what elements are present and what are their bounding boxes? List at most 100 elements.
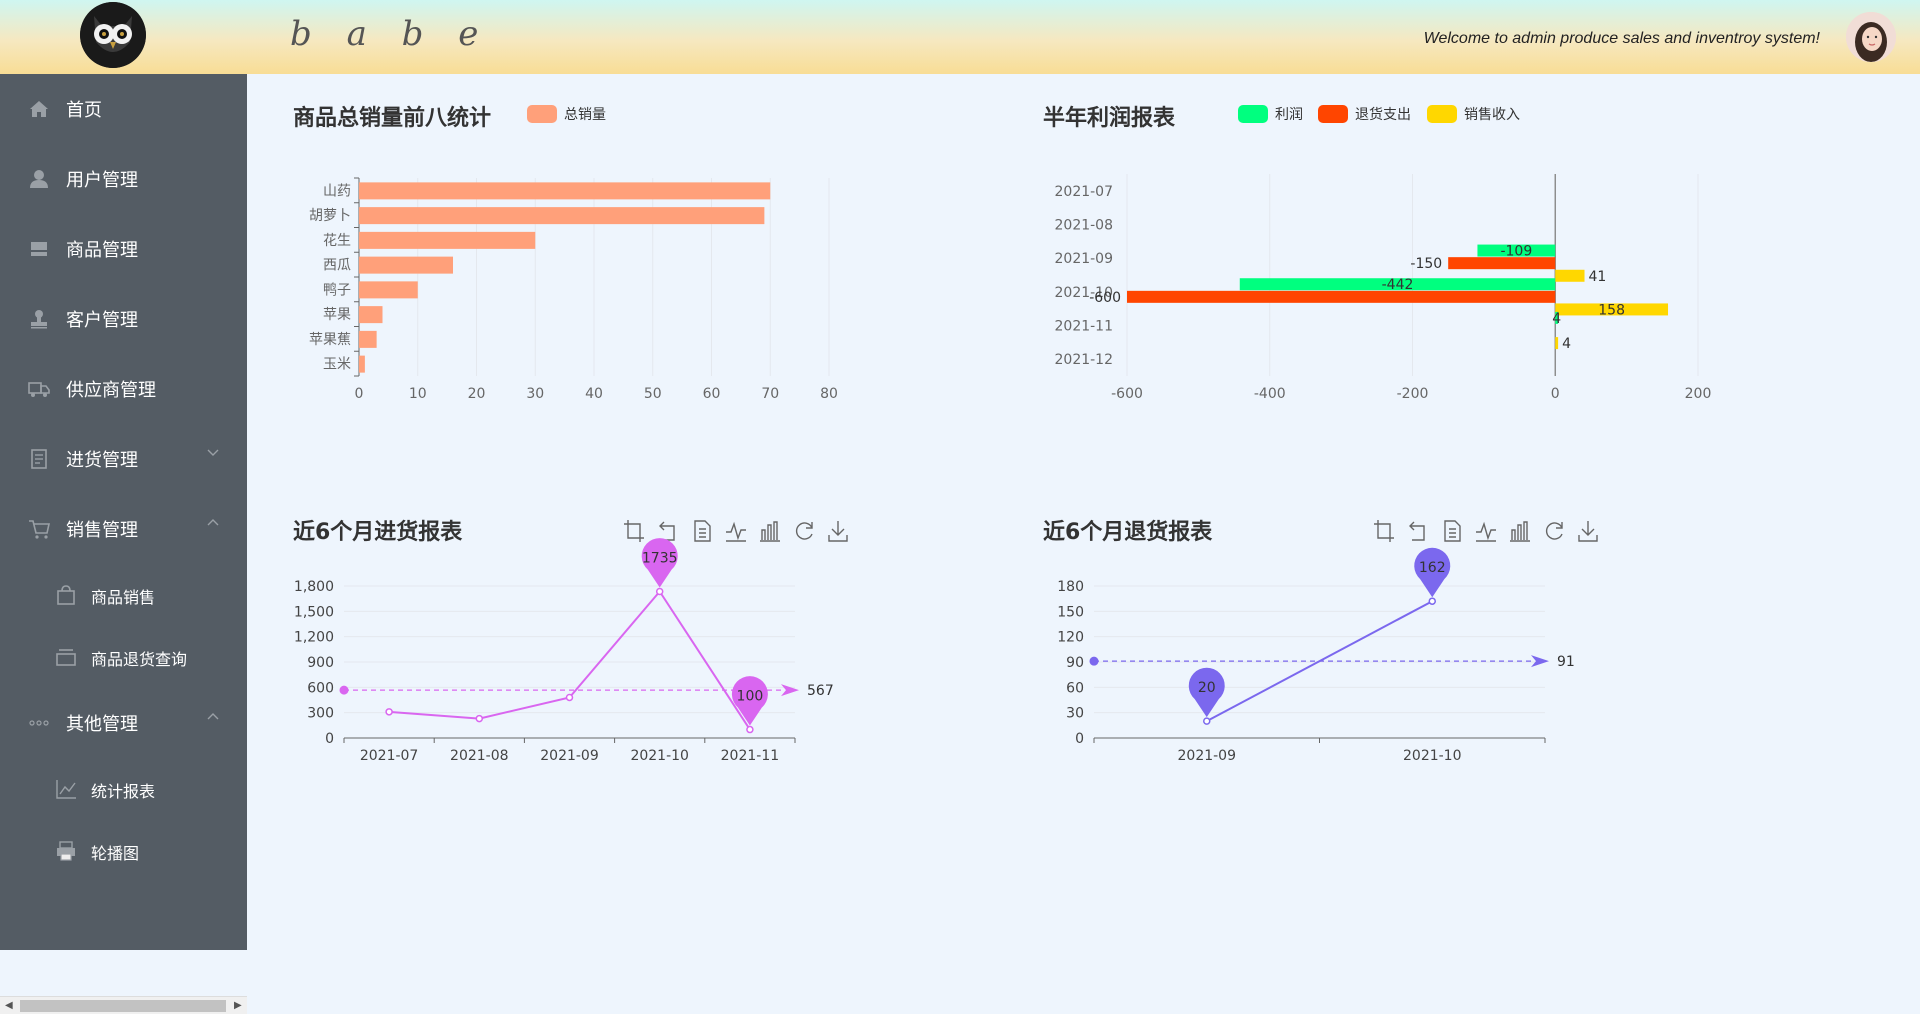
sidebar-subitem-label: 统计报表 xyxy=(91,782,156,801)
sidebar-subitem-label: 轮播图 xyxy=(91,844,140,863)
y-tick-label: 1,800 xyxy=(294,579,334,595)
sidebar-item-label: 进货管理 xyxy=(66,450,138,471)
bar-data-label: -109 xyxy=(1500,244,1532,260)
x-tick-label: -600 xyxy=(1111,386,1143,402)
y-tick-label: 胡萝卜 xyxy=(309,208,351,224)
profit-chart-title: 半年利润报表 xyxy=(1043,106,1176,131)
data-point xyxy=(385,708,393,716)
data-point xyxy=(565,693,574,702)
sidebar-item-suppliers[interactable]: 供应商管理 xyxy=(0,354,247,424)
scroll-left-arrow-icon[interactable]: ◀ xyxy=(5,1000,13,1011)
bar-data-label: -150 xyxy=(1410,256,1442,272)
shopping-bag-icon xyxy=(57,585,75,605)
sidebar-subitem-statistics[interactable]: 统计报表 xyxy=(0,758,247,820)
sidebar-item-label: 用户管理 xyxy=(66,170,138,191)
y-tick-label: 600 xyxy=(307,680,334,696)
x-tick-label: 2021-11 xyxy=(721,748,780,764)
y-tick-label: 0 xyxy=(325,731,334,747)
series-line xyxy=(389,589,751,731)
sidebar-subitem-return-query[interactable]: 商品退货查询 xyxy=(0,626,247,688)
legend-swatch xyxy=(527,105,557,123)
sidebar-item-label: 其他管理 xyxy=(66,714,138,735)
data-point xyxy=(746,725,754,734)
legend-label: 退货支出 xyxy=(1355,107,1411,123)
sidebar-item-purchasing[interactable]: 进货管理 xyxy=(0,424,247,494)
y-tick-label: 0 xyxy=(1075,731,1084,747)
stamp-icon xyxy=(31,310,47,329)
user-avatar[interactable] xyxy=(1846,12,1896,62)
cart-icon xyxy=(29,520,50,539)
average-line-start-dot xyxy=(1089,656,1099,666)
x-tick-label: 2021-08 xyxy=(450,748,509,764)
data-point xyxy=(1428,597,1436,605)
profit-legend-item-return-cost[interactable]: 退货支出 xyxy=(1318,104,1411,124)
owl-logo[interactable] xyxy=(80,2,146,68)
sidebar-item-other[interactable]: 其他管理 xyxy=(0,688,247,758)
x-tick-label: -400 xyxy=(1254,386,1286,402)
sidebar-subitem-product-sales[interactable]: 商品销售 xyxy=(0,564,247,626)
x-tick-label: 50 xyxy=(644,386,662,402)
y-tick-label: 60 xyxy=(1066,680,1084,696)
x-tick-label: 0 xyxy=(355,386,364,402)
sidebar-item-label: 销售管理 xyxy=(66,520,138,541)
scroll-right-arrow-icon[interactable]: ▶ xyxy=(234,1000,242,1011)
top-sales-legend-item[interactable]: 总销量 xyxy=(527,104,606,124)
y-tick-label: 花生 xyxy=(323,233,351,249)
sidebar-item-label: 首页 xyxy=(66,100,102,121)
legend-label: 利润 xyxy=(1275,107,1303,123)
x-tick-label: 2021-09 xyxy=(1178,748,1237,764)
inbox-icon xyxy=(31,242,47,256)
profit-bar xyxy=(1448,257,1556,270)
purchase-line-chart: 0 300 600 900 1,200 1,500 1,800 2021-07 2021-08 2… xyxy=(294,538,834,764)
y-tick-label: 鸭子 xyxy=(323,282,351,298)
sidebar-item-label: 供应商管理 xyxy=(66,380,156,401)
more-icon xyxy=(29,720,49,726)
bar-data-label: -600 xyxy=(1089,290,1121,306)
document-icon xyxy=(31,449,47,469)
sidebar-subitem-label: 商品销售 xyxy=(91,588,156,607)
average-line-label: 91 xyxy=(1557,654,1575,670)
profit-legend-item-sales-income[interactable]: 销售收入 xyxy=(1427,104,1520,124)
y-tick-label: 苹果蕉 xyxy=(309,332,351,348)
sidebar-horizontal-scrollbar[interactable]: ◀ ▶ xyxy=(0,996,247,1014)
sidebar-item-customers[interactable]: 客户管理 xyxy=(0,284,247,354)
bar-data-label: 4 xyxy=(1562,336,1571,352)
average-line-label: 567 xyxy=(807,683,834,699)
legend-swatch xyxy=(1318,105,1348,123)
returns-line-chart: 0 30 60 90 120 150 180 2021-09 2021-10 91 162 20 xyxy=(1057,547,1575,764)
bar-data-label: 158 xyxy=(1598,302,1625,318)
box-icon xyxy=(56,649,76,666)
profit-bar-chart: -600 -400 -200 0 200 2021-07 2021-08 2021-09 -10… xyxy=(1055,174,1711,402)
sidebar-item-products[interactable]: 商品管理 xyxy=(0,214,247,284)
y-tick-label: 900 xyxy=(307,655,334,671)
y-tick-label: 1,200 xyxy=(294,630,334,646)
sidebar: 首页 用户管理 商品管理 客户管理 供应商管理 进货管理 销售管理 商品销售 商… xyxy=(0,74,247,1014)
sidebar-item-sales[interactable]: 销售管理 xyxy=(0,494,247,564)
data-point xyxy=(655,587,664,596)
profit-bar xyxy=(1555,337,1559,350)
y-tick-label: 180 xyxy=(1057,579,1084,595)
legend-swatch xyxy=(1238,105,1268,123)
sidebar-subitem-carousel[interactable]: 轮播图 xyxy=(0,820,247,882)
sales-bar xyxy=(359,330,377,348)
mark-point-label: 162 xyxy=(1419,560,1446,576)
profit-legend-item-profit[interactable]: 利润 xyxy=(1238,104,1303,124)
sidebar-item-home[interactable]: 首页 xyxy=(0,74,247,144)
sidebar-item-label: 商品管理 xyxy=(66,240,138,261)
x-tick-label: 2021-09 xyxy=(540,748,599,764)
welcome-text: Welcome to admin produce sales and inven… xyxy=(1423,30,1820,47)
x-tick-label: 80 xyxy=(820,386,838,402)
y-tick-label: 2021-09 xyxy=(1055,251,1114,267)
mark-point-label: 100 xyxy=(737,689,764,705)
y-tick-label: 山药 xyxy=(323,183,351,199)
bar-data-label: 41 xyxy=(1589,269,1607,285)
scrollbar-thumb[interactable] xyxy=(20,1000,226,1012)
y-tick-label: 90 xyxy=(1066,655,1084,671)
sidebar-subitem-label: 商品退货查询 xyxy=(91,650,188,669)
sidebar-item-users[interactable]: 用户管理 xyxy=(0,144,247,214)
average-line-arrow xyxy=(1531,655,1549,668)
x-tick-label: 40 xyxy=(585,386,603,402)
x-tick-label: -200 xyxy=(1397,386,1429,402)
x-tick-label: 20 xyxy=(468,386,486,402)
y-tick-label: 30 xyxy=(1066,706,1084,722)
